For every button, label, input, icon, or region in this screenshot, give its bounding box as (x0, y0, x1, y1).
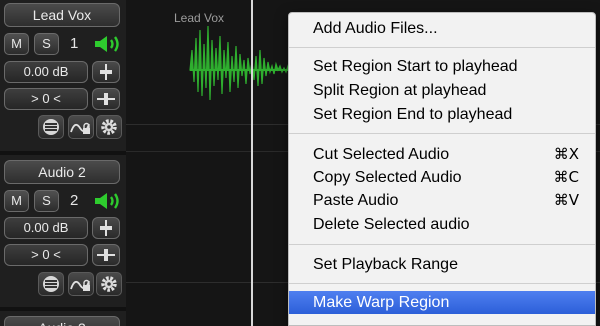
speaker-icon[interactable] (92, 33, 124, 55)
menu-item-shortcut: ⌘V (553, 191, 579, 209)
menu-separator (289, 133, 595, 134)
pan-fader-button[interactable] (92, 244, 120, 266)
automation-button[interactable] (68, 272, 94, 296)
mute-button[interactable]: M (4, 33, 29, 55)
menu-item-label: Paste Audio (313, 192, 399, 209)
menu-item-shortcut: ⌘X (553, 145, 579, 163)
track-settings-button[interactable] (96, 272, 122, 296)
playhead[interactable] (251, 0, 253, 326)
menu-item-shortcut: ⌘C (553, 168, 579, 186)
track-header-3: Audio 3 (0, 313, 126, 326)
menu-item-paste[interactable]: Paste Audio ⌘V (289, 189, 595, 212)
menu-separator (289, 47, 595, 48)
automation-button[interactable] (68, 115, 94, 139)
menu-item-label: Add Audio Files... (313, 20, 438, 37)
track-number: 1 (70, 35, 79, 52)
fader-icon (100, 64, 112, 80)
fader-icon (100, 220, 112, 236)
solo-button[interactable]: S (34, 190, 59, 212)
volume-field[interactable]: 0.00 dB (4, 217, 88, 239)
menu-item-label: Cut Selected Audio (313, 146, 450, 163)
track-header-1: Lead Vox M S 1 0.00 dB > 0 < (0, 0, 126, 150)
pan-icon (97, 249, 115, 261)
volume-field[interactable]: 0.00 dB (4, 61, 88, 83)
track-number: 2 (70, 192, 79, 209)
track-controls-row: M S 1 (4, 33, 124, 57)
mute-button[interactable]: M (4, 190, 29, 212)
menu-item-add-audio-files[interactable]: Add Audio Files... (289, 17, 595, 40)
track-tools-row (38, 272, 124, 298)
track-divider (0, 307, 126, 311)
track-header-2: Audio 2 M S 2 0.00 dB > 0 < (0, 157, 126, 307)
automation-icon (70, 122, 90, 134)
menu-item-label: Set Region End to playhead (313, 106, 513, 123)
pan-field[interactable]: > 0 < (4, 88, 88, 110)
menu-separator (289, 283, 595, 284)
automation-icon (70, 279, 90, 291)
track-divider (0, 151, 126, 155)
menu-item-label: Split Region at playhead (313, 82, 487, 99)
menu-item-label: Set Playback Range (313, 256, 458, 273)
pan-icon (97, 93, 115, 105)
menu-item-set-region-end[interactable]: Set Region End to playhead (289, 103, 595, 126)
eq-button[interactable] (38, 272, 64, 296)
track-header-panel: Lead Vox M S 1 0.00 dB > 0 < Audio 2 M S… (0, 0, 126, 326)
gear-icon (101, 276, 117, 292)
volume-fader-button[interactable] (92, 217, 120, 239)
menu-item-label: Set Region Start to playhead (313, 58, 518, 75)
volume-fader-button[interactable] (92, 61, 120, 83)
menu-item-label: Delete Selected audio (313, 216, 470, 233)
speaker-icon[interactable] (92, 190, 124, 212)
menu-item-label: Make Warp Region (313, 294, 450, 311)
menu-item-label: Copy Selected Audio (313, 169, 462, 186)
menu-item-make-warp-region[interactable]: Make Warp Region (289, 291, 595, 314)
track-name-button[interactable]: Audio 3 (4, 316, 120, 326)
solo-button[interactable]: S (34, 33, 59, 55)
menu-item-set-playback-range[interactable]: Set Playback Range (289, 253, 595, 276)
track-controls-row: M S 2 (4, 190, 124, 214)
menu-item-set-region-start[interactable]: Set Region Start to playhead (289, 55, 595, 78)
menu-item-split-region[interactable]: Split Region at playhead (289, 79, 595, 102)
menu-item-copy[interactable]: Copy Selected Audio ⌘C (289, 166, 595, 189)
track-settings-button[interactable] (96, 115, 122, 139)
track-name-button[interactable]: Audio 2 (4, 160, 120, 184)
menu-item-cut[interactable]: Cut Selected Audio ⌘X (289, 143, 595, 166)
eq-icon (43, 119, 59, 135)
eq-icon (43, 276, 59, 292)
pan-field[interactable]: > 0 < (4, 244, 88, 266)
context-menu: Add Audio Files... Set Region Start to p… (288, 12, 596, 326)
track-tools-row (38, 115, 124, 141)
track-name-button[interactable]: Lead Vox (4, 3, 120, 27)
eq-button[interactable] (38, 115, 64, 139)
menu-separator (289, 244, 595, 245)
pan-fader-button[interactable] (92, 88, 120, 110)
gear-icon (101, 119, 117, 135)
menu-item-delete[interactable]: Delete Selected audio (289, 213, 595, 236)
